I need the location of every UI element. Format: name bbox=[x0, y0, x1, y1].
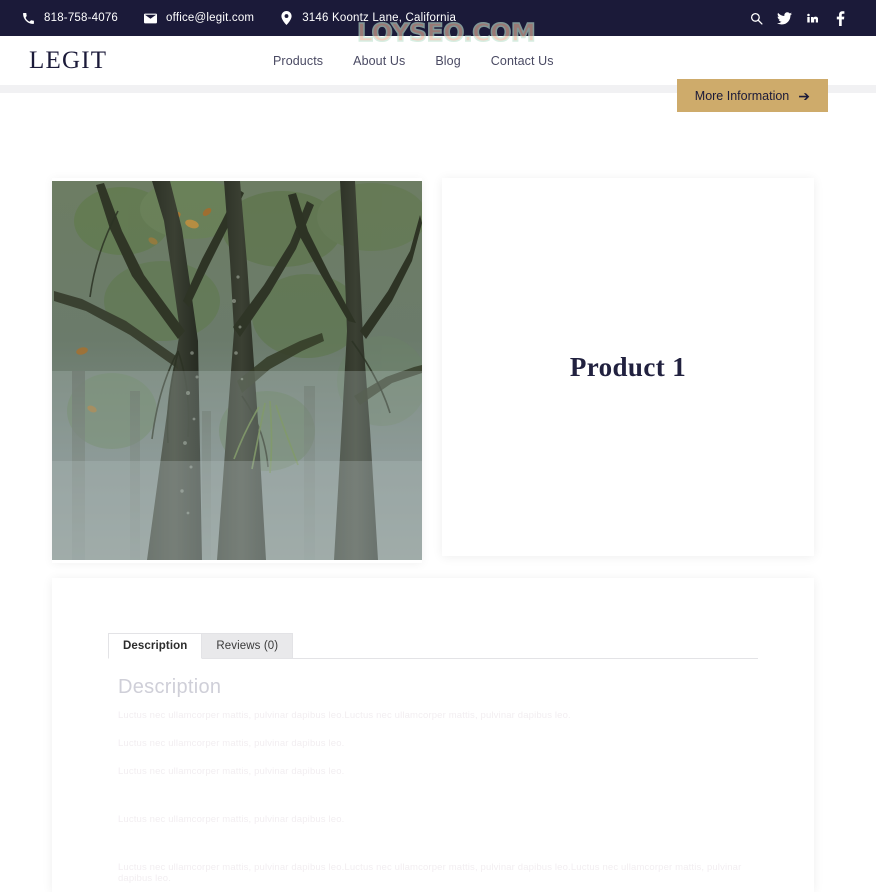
more-information-button[interactable]: More Information ➔ bbox=[676, 79, 828, 112]
product-main-row: Product 1 bbox=[0, 178, 876, 563]
product-image[interactable] bbox=[52, 181, 422, 560]
social-links bbox=[742, 0, 854, 36]
site-header: LEGIT Products About Us Blog Contact Us … bbox=[0, 36, 876, 112]
more-information-label: More Information bbox=[694, 88, 790, 103]
arrow-right-icon: ➔ bbox=[798, 87, 810, 104]
search-icon[interactable] bbox=[742, 0, 770, 36]
contact-email[interactable]: office@legit.com bbox=[144, 12, 254, 25]
product-gallery[interactable] bbox=[52, 178, 422, 563]
phone-icon bbox=[22, 12, 35, 25]
contact-address-text: 3146 Koontz Lane, California bbox=[302, 12, 457, 24]
product-page: 818-758-4076 office@legit.com 3146 Koont… bbox=[0, 0, 876, 892]
map-pin-icon bbox=[280, 11, 293, 25]
description-paragraph: Luctus nec ullamcorper mattis, pulvinar … bbox=[118, 813, 345, 825]
nav-item-products[interactable]: Products bbox=[258, 54, 338, 68]
description-paragraph: Luctus nec ullamcorper mattis, pulvinar … bbox=[118, 861, 742, 885]
nav-item-about-us[interactable]: About Us bbox=[338, 54, 420, 68]
facebook-icon[interactable] bbox=[826, 0, 854, 36]
description-paragraph: Luctus nec ullamcorper mattis, pulvinar … bbox=[118, 737, 345, 749]
linkedin-icon[interactable] bbox=[798, 0, 826, 36]
description-heading: Description bbox=[118, 676, 222, 698]
product-tabs-panel: Description Reviews (0) Description Luct… bbox=[52, 578, 814, 892]
contact-phone-text: 818-758-4076 bbox=[44, 12, 119, 24]
product-summary-card: Product 1 bbox=[442, 178, 814, 556]
nav-item-blog[interactable]: Blog bbox=[420, 54, 475, 68]
main-navigation: Products About Us Blog Contact Us bbox=[258, 36, 569, 85]
contact-group: 818-758-4076 office@legit.com 3146 Koont… bbox=[22, 11, 482, 25]
description-paragraph: Luctus nec ullamcorper mattis, pulvinar … bbox=[118, 710, 571, 721]
description-body: Luctus nec ullamcorper mattis, pulvinar … bbox=[118, 710, 778, 892]
top-contact-bar: 818-758-4076 office@legit.com 3146 Koont… bbox=[0, 0, 876, 36]
nav-item-contact-us[interactable]: Contact Us bbox=[476, 54, 569, 68]
contact-phone[interactable]: 818-758-4076 bbox=[22, 12, 118, 25]
tab-reviews[interactable]: Reviews (0) bbox=[202, 633, 294, 659]
description-paragraph: Luctus nec ullamcorper mattis, pulvinar … bbox=[118, 765, 345, 777]
envelope-icon bbox=[144, 12, 158, 25]
product-tabs: Description Reviews (0) bbox=[108, 632, 758, 659]
tab-description[interactable]: Description bbox=[108, 633, 203, 659]
twitter-icon[interactable] bbox=[770, 0, 798, 36]
contact-email-text: office@legit.com bbox=[166, 12, 255, 24]
contact-address[interactable]: 3146 Koontz Lane, California bbox=[280, 11, 457, 25]
product-title: Product 1 bbox=[569, 351, 687, 382]
site-logo[interactable]: LEGIT bbox=[29, 47, 107, 75]
